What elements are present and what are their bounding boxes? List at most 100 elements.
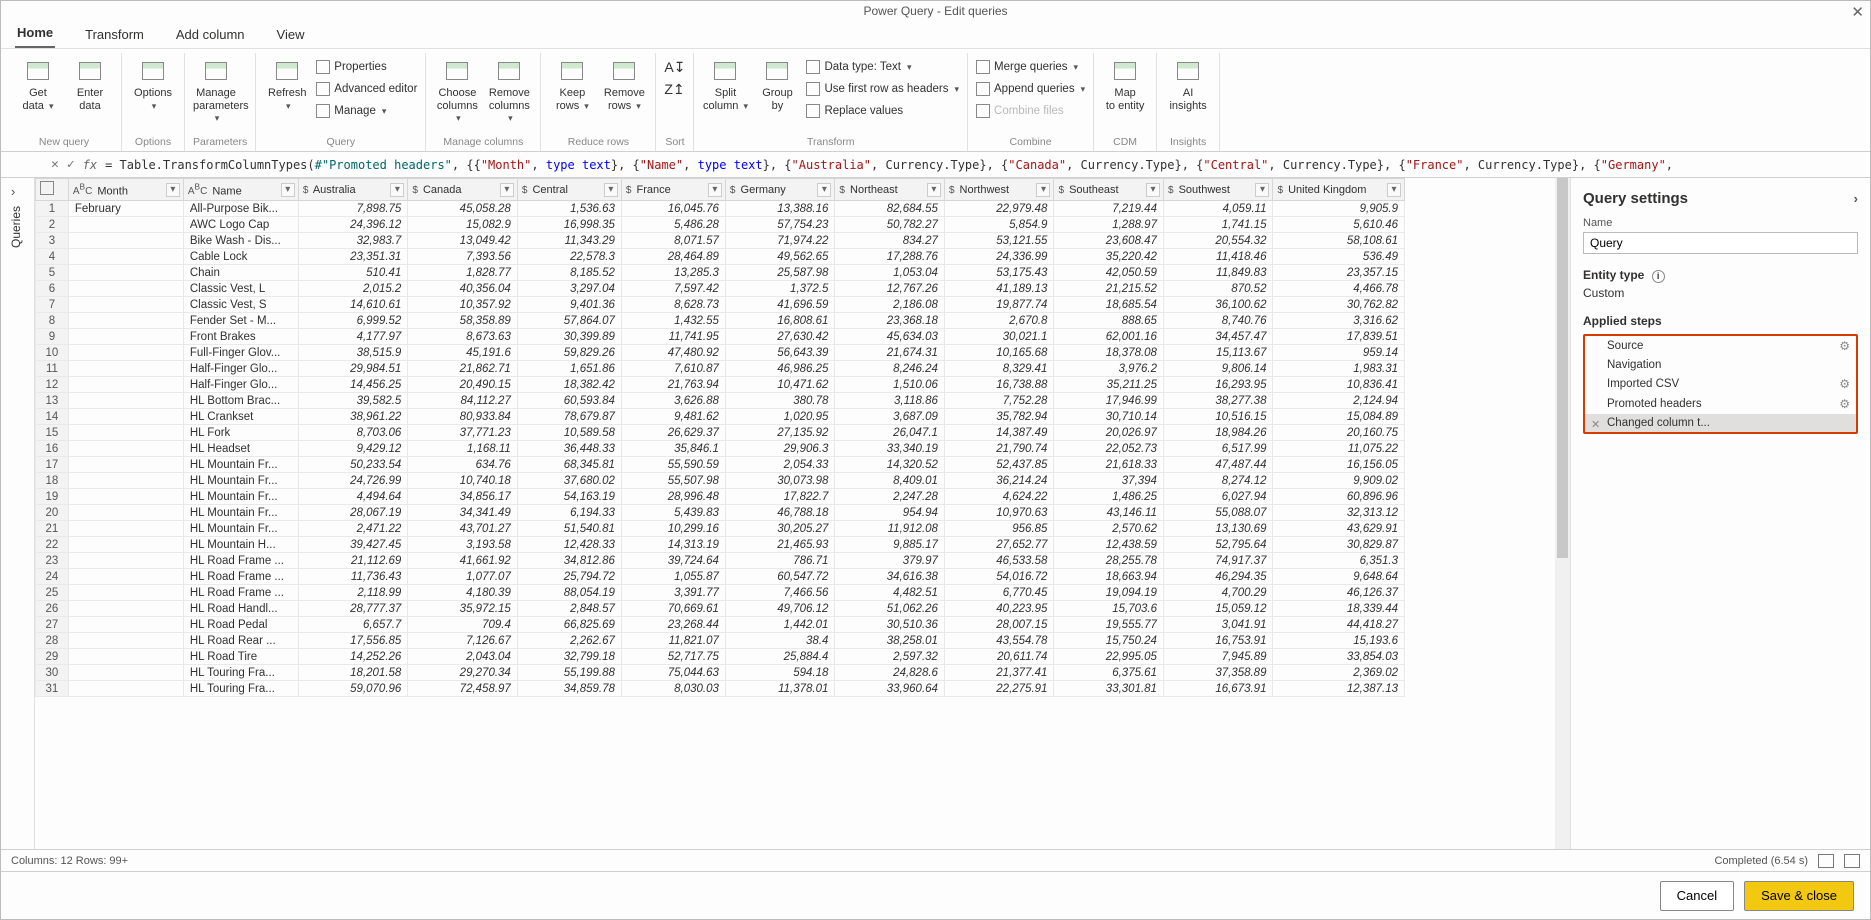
cell[interactable]: 954.94 — [835, 505, 945, 521]
cell[interactable] — [68, 505, 183, 521]
cell[interactable]: 5,439.83 — [621, 505, 725, 521]
column-header-southeast[interactable]: $ Southeast▾ — [1054, 179, 1164, 201]
applied-step-changed-column-t---[interactable]: ✕Changed column t... — [1585, 414, 1856, 432]
cell[interactable]: 32,799.18 — [517, 649, 621, 665]
cell[interactable]: 2,262.67 — [517, 633, 621, 649]
column-filter-icon[interactable]: ▾ — [1036, 183, 1050, 197]
ribbon-enter-data-button[interactable]: Enterdata — [67, 53, 113, 112]
cell[interactable]: 19,555.77 — [1054, 617, 1164, 633]
column-filter-icon[interactable]: ▾ — [817, 183, 831, 197]
cell[interactable]: 9,481.62 — [621, 409, 725, 425]
cell[interactable]: 1,983.31 — [1273, 361, 1405, 377]
cell[interactable]: 10,970.63 — [944, 505, 1054, 521]
row-number[interactable]: 11 — [36, 361, 69, 377]
table-row[interactable]: 13HL Bottom Brac...39,582.584,112.2760,5… — [36, 393, 1405, 409]
cell[interactable]: 32,983.7 — [298, 233, 408, 249]
cell[interactable]: 3,626.88 — [621, 393, 725, 409]
cell[interactable]: 15,113.67 — [1163, 345, 1273, 361]
cell[interactable]: 16,673.91 — [1163, 681, 1273, 697]
cell[interactable]: 22,275.91 — [944, 681, 1054, 697]
ribbon-manage-item[interactable]: Manage▾ — [316, 101, 417, 121]
cell[interactable]: Half-Finger Glo... — [183, 361, 298, 377]
step-settings-icon[interactable]: ⚙ — [1839, 397, 1850, 411]
ribbon-ai-insights-button[interactable]: AIinsights — [1165, 53, 1211, 112]
table-row[interactable]: 15HL Fork8,703.0637,771.2310,589.5826,62… — [36, 425, 1405, 441]
cell[interactable]: 7,945.89 — [1163, 649, 1273, 665]
cell[interactable]: 4,482.51 — [835, 585, 945, 601]
cell[interactable]: 5,486.28 — [621, 217, 725, 233]
cell[interactable]: 834.27 — [835, 233, 945, 249]
cell[interactable]: 52,795.64 — [1163, 537, 1273, 553]
column-header-month[interactable]: ABC Month▾ — [68, 179, 183, 201]
cell[interactable]: 71,974.22 — [725, 233, 835, 249]
cell[interactable]: 39,427.45 — [298, 537, 408, 553]
table-row[interactable]: 19HL Mountain Fr...4,494.6434,856.1754,1… — [36, 489, 1405, 505]
cell[interactable]: 1,020.95 — [725, 409, 835, 425]
row-number[interactable]: 30 — [36, 665, 69, 681]
cell[interactable]: 14,387.49 — [944, 425, 1054, 441]
cell[interactable]: 37,394 — [1054, 473, 1164, 489]
cell[interactable]: 19,094.19 — [1054, 585, 1164, 601]
cell[interactable]: 55,590.59 — [621, 457, 725, 473]
cell[interactable]: 55,199.88 — [517, 665, 621, 681]
cell[interactable]: 4,059.11 — [1163, 201, 1273, 217]
cell[interactable]: 54,016.72 — [944, 569, 1054, 585]
row-number[interactable]: 3 — [36, 233, 69, 249]
cell[interactable]: 26,629.37 — [621, 425, 725, 441]
cell[interactable]: 3,193.58 — [408, 537, 518, 553]
cell[interactable]: 17,839.51 — [1273, 329, 1405, 345]
ribbon-data-type--text-item[interactable]: Data type: Text▾ — [806, 57, 959, 77]
cell[interactable]: 60,593.84 — [517, 393, 621, 409]
table-row[interactable]: 27HL Road Pedal6,657.7709.466,825.6923,2… — [36, 617, 1405, 633]
cell[interactable]: 20,554.32 — [1163, 233, 1273, 249]
cell[interactable]: 17,288.76 — [835, 249, 945, 265]
table-row[interactable]: 1FebruaryAll-Purpose Bik...7,898.7545,05… — [36, 201, 1405, 217]
cell[interactable]: 55,507.98 — [621, 473, 725, 489]
cell[interactable]: 1,055.87 — [621, 569, 725, 585]
cell[interactable]: 66,825.69 — [517, 617, 621, 633]
row-number[interactable]: 24 — [36, 569, 69, 585]
cell[interactable]: 11,736.43 — [298, 569, 408, 585]
cell[interactable]: 7,126.67 — [408, 633, 518, 649]
cell[interactable]: 36,448.33 — [517, 441, 621, 457]
sort-asc-button[interactable]: A↧ — [664, 57, 685, 77]
cell[interactable]: HL Road Tire — [183, 649, 298, 665]
step-settings-icon[interactable]: ⚙ — [1839, 377, 1850, 391]
cell[interactable]: 3,316.62 — [1273, 313, 1405, 329]
cell[interactable]: 28,255.78 — [1054, 553, 1164, 569]
cell[interactable]: 59,829.26 — [517, 345, 621, 361]
cell[interactable]: 6,375.61 — [1054, 665, 1164, 681]
table-row[interactable]: 31HL Touring Fra...59,070.9672,458.9734,… — [36, 681, 1405, 697]
cell[interactable] — [68, 457, 183, 473]
cell[interactable]: 11,418.46 — [1163, 249, 1273, 265]
cell[interactable]: 12,428.33 — [517, 537, 621, 553]
cell[interactable]: 536.49 — [1273, 249, 1405, 265]
cell[interactable]: 6,351.3 — [1273, 553, 1405, 569]
cell[interactable] — [68, 553, 183, 569]
cell[interactable]: 17,822.7 — [725, 489, 835, 505]
cell[interactable]: 38,515.9 — [298, 345, 408, 361]
cell[interactable]: 16,808.61 — [725, 313, 835, 329]
cell[interactable]: HL Road Pedal — [183, 617, 298, 633]
cell[interactable]: 6,999.52 — [298, 313, 408, 329]
table-row[interactable]: 26HL Road Handl...28,777.3735,972.152,84… — [36, 601, 1405, 617]
cell[interactable]: 9,401.36 — [517, 297, 621, 313]
ribbon-split-column-button[interactable]: Splitcolumn ▾ — [702, 53, 748, 112]
cell[interactable]: 1,432.55 — [621, 313, 725, 329]
cell[interactable]: 49,706.12 — [725, 601, 835, 617]
cell[interactable]: 43,701.27 — [408, 521, 518, 537]
row-number[interactable]: 16 — [36, 441, 69, 457]
cell[interactable]: 45,191.6 — [408, 345, 518, 361]
cell[interactable] — [68, 601, 183, 617]
cell[interactable]: 8,740.76 — [1163, 313, 1273, 329]
cell[interactable]: 37,680.02 — [517, 473, 621, 489]
cell[interactable]: HL Mountain Fr... — [183, 489, 298, 505]
cell[interactable]: 15,084.89 — [1273, 409, 1405, 425]
cell[interactable]: HL Mountain Fr... — [183, 473, 298, 489]
cell[interactable]: 38,961.22 — [298, 409, 408, 425]
ribbon-append-queries-item[interactable]: Append queries▾ — [976, 79, 1085, 99]
row-number[interactable]: 22 — [36, 537, 69, 553]
cell[interactable]: 23,268.44 — [621, 617, 725, 633]
table-row[interactable]: 8Fender Set - M...6,999.5258,358.8957,86… — [36, 313, 1405, 329]
cell[interactable]: 46,986.25 — [725, 361, 835, 377]
